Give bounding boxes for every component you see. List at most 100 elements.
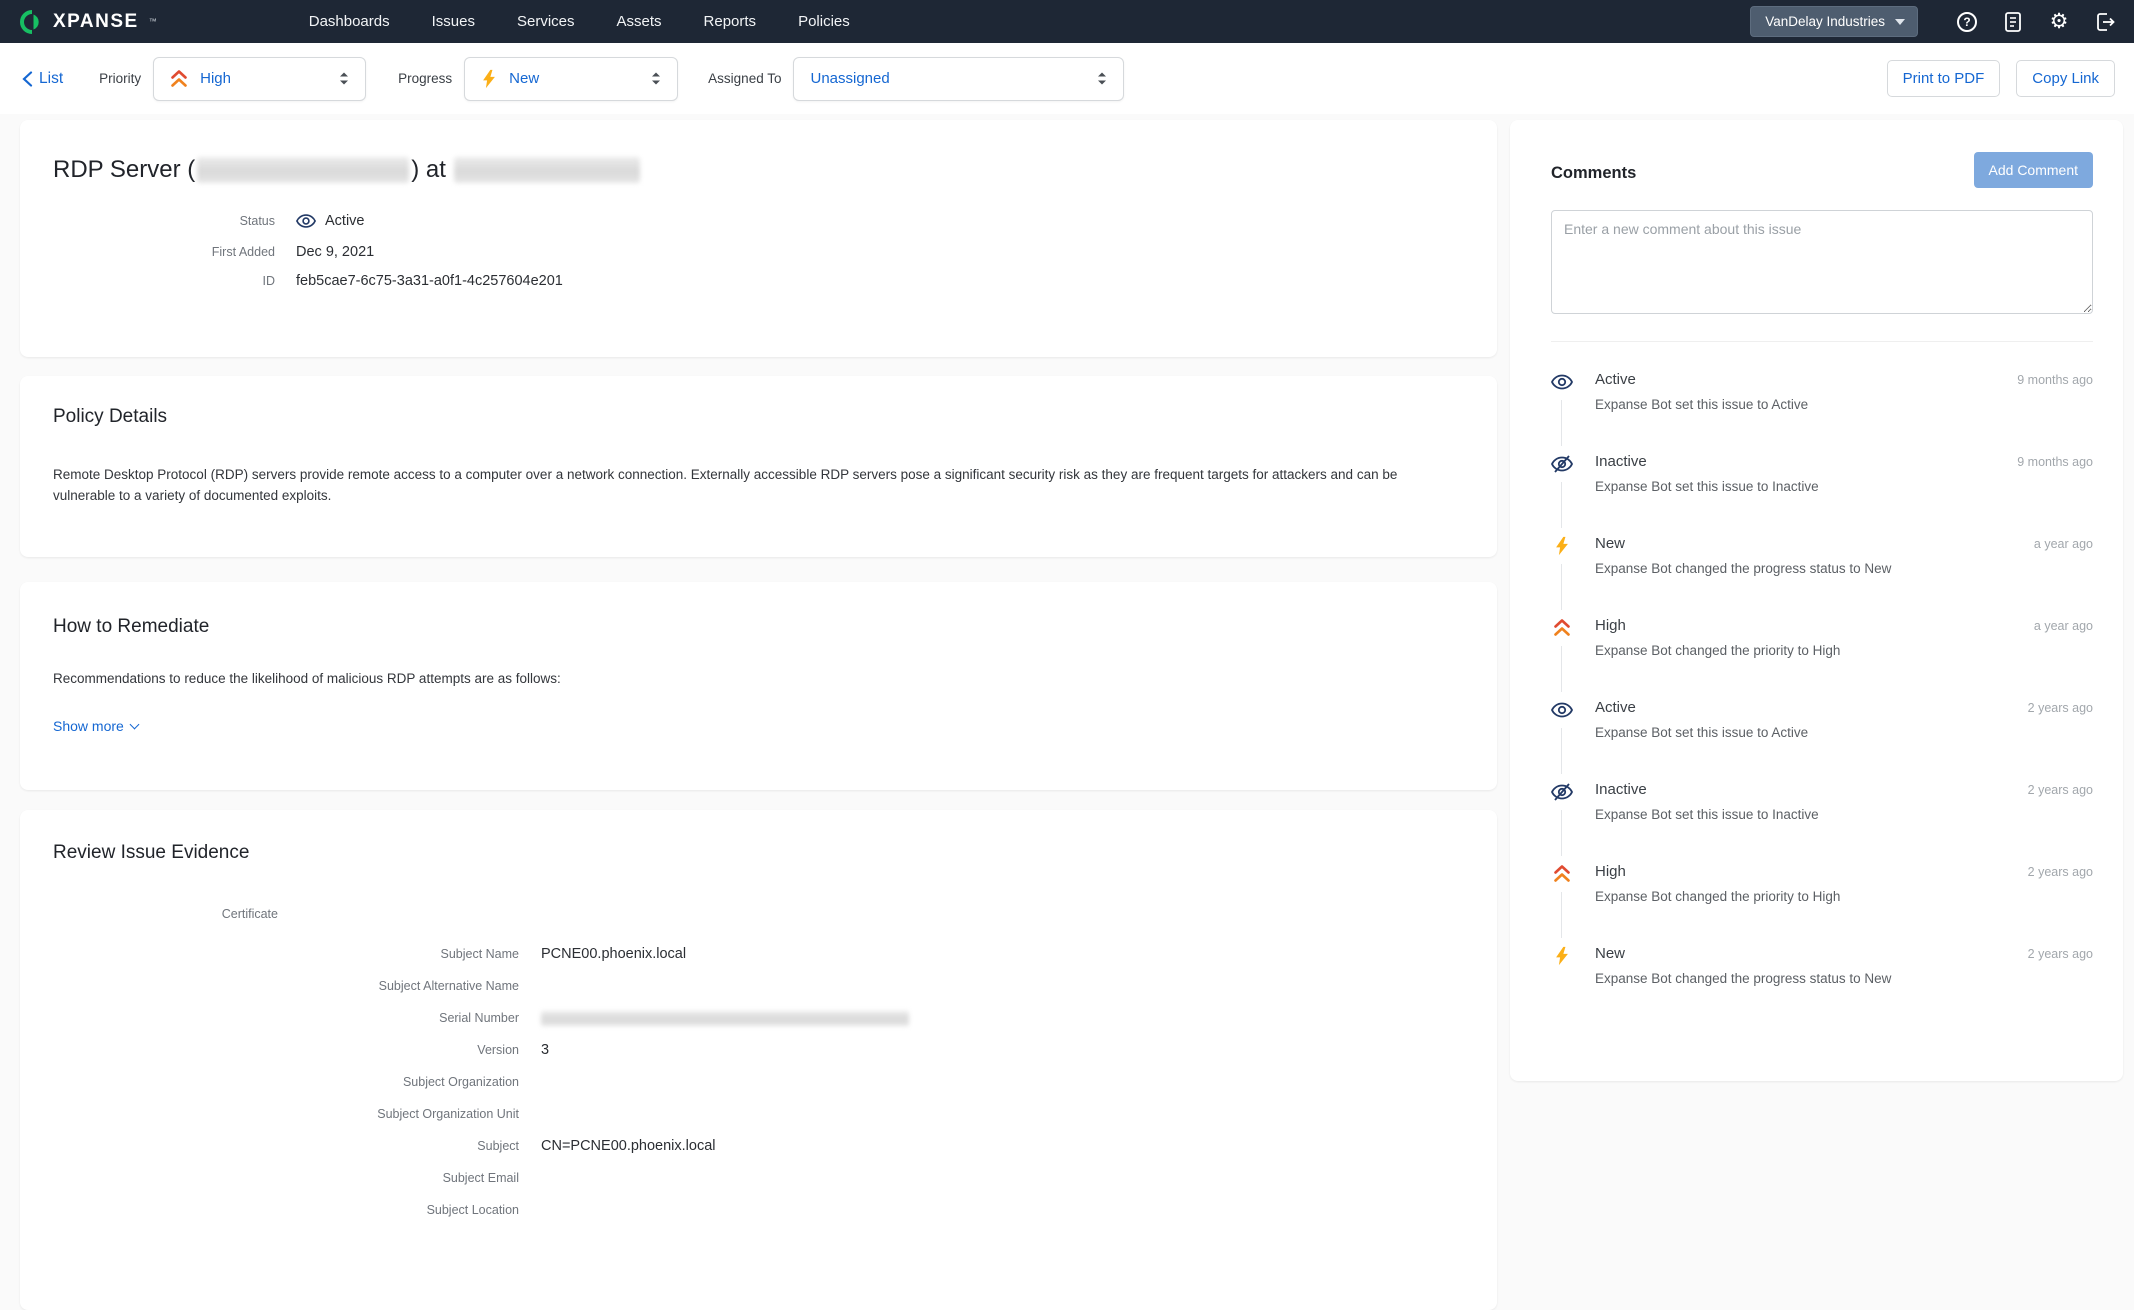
evidence-row: Subject Email [53,1162,1464,1194]
org-name: VanDelay Industries [1765,14,1885,29]
first-added-label: First Added [53,245,275,259]
xpanse-logo[interactable]: XPANSE ™ [20,10,157,34]
priority-label: Priority [99,71,141,86]
how-to-remediate-heading: How to Remediate [53,616,1464,638]
how-to-remediate-card: How to Remediate Recommendations to redu… [20,582,1497,790]
eye-icon [1551,699,1573,721]
redacted-serial-number [541,1011,909,1026]
priority-value: High [200,70,335,87]
timeline-connector [1561,810,1562,856]
priority-high-icon [1551,863,1573,885]
progress-label: Progress [398,71,452,86]
first-added-row: First Added Dec 9, 2021 [53,244,1465,260]
policy-details-heading: Policy Details [53,406,1464,428]
issue-id-label: ID [53,274,275,288]
nav-item-policies[interactable]: Policies [798,13,850,30]
timeline-item: Higha year ago Expanse Bot changed the p… [1551,617,2093,699]
evidence-row: Subject CN=PCNE00.phoenix.local [53,1130,1464,1162]
issue-toolbar: List Priority High Progress New Assigned… [0,43,2134,114]
evidence-row: Subject Organization Unit [53,1098,1464,1130]
timeline-connector [1561,482,1562,528]
how-to-remediate-text: Recommendations to reduce the likelihood… [53,668,1461,689]
spinner-icon [1093,69,1111,88]
lightning-icon [1551,945,1573,967]
page-title: RDP Server () at [53,156,1465,184]
chevron-down-icon [1895,19,1905,25]
divider [1551,341,2093,342]
nav-item-reports[interactable]: Reports [704,13,757,30]
eye-off-icon [1551,453,1573,475]
print-to-pdf-button[interactable]: Print to PDF [1887,60,2001,97]
org-selector-button[interactable]: VanDelay Industries [1750,6,1918,37]
priority-high-icon [168,68,190,90]
evidence-row: Version 3 [53,1034,1464,1066]
xpanse-logo-icon [20,10,44,34]
issue-overview-card: RDP Server () at Status Active First Add… [20,120,1497,357]
redacted-hostname [197,157,409,183]
chevron-down-icon [129,719,139,729]
timeline-item: Active9 months ago Expanse Bot set this … [1551,371,2093,453]
assigned-to-label: Assigned To [708,71,781,86]
settings-icon[interactable]: ⚙ [2048,11,2070,33]
help-icon[interactable]: ? [1956,11,1978,33]
evidence-row: Subject Name PCNE00.phoenix.local [53,938,1464,970]
comment-input[interactable] [1551,210,2093,314]
timeline-item: Inactive9 months ago Expanse Bot set thi… [1551,453,2093,535]
eye-icon [296,211,316,231]
top-nav: XPANSE ™ Dashboards Issues Services Asset… [0,0,2134,43]
timeline-item: New2 years ago Expanse Bot changed the p… [1551,945,2093,1015]
timeline-connector [1561,646,1562,692]
lightning-icon [479,68,499,90]
timeline-item: Active2 years ago Expanse Bot set this i… [1551,699,2093,781]
back-to-list-link[interactable]: List [22,70,63,88]
nav-item-dashboards[interactable]: Dashboards [309,13,390,30]
evidence-row: Serial Number [53,1002,1464,1034]
comments-heading: Comments [1551,164,1636,183]
evidence-row: Subject Organization [53,1066,1464,1098]
nav-item-issues[interactable]: Issues [432,13,475,30]
lightning-icon [1551,535,1573,557]
evidence-row: Subject Location [53,1194,1464,1226]
chevron-left-icon [22,71,33,87]
priority-dropdown[interactable]: High [153,57,366,101]
spinner-icon [647,69,665,88]
show-more-link[interactable]: Show more [53,718,138,734]
comments-panel: Comments Add Comment Active9 months ago … [1510,120,2123,1081]
sign-out-icon[interactable] [2094,11,2116,33]
issue-id-row: ID feb5cae7-6c75-3a31-a0f1-4c257604e201 [53,273,1465,289]
priority-high-icon [1551,617,1573,639]
assigned-to-dropdown[interactable]: Unassigned [793,57,1124,101]
brand-trademark: ™ [149,17,157,26]
nav-item-services[interactable]: Services [517,13,575,30]
certificate-group-label: Certificate [53,907,278,921]
release-notes-icon[interactable] [2002,11,2024,33]
nav-item-assets[interactable]: Assets [617,13,662,30]
nav-menu: Dashboards Issues Services Assets Report… [309,13,850,30]
review-issue-evidence-heading: Review Issue Evidence [53,842,1464,864]
timeline-connector [1561,400,1562,446]
progress-value: New [509,70,647,87]
policy-details-card: Policy Details Remote Desktop Protocol (… [20,376,1497,557]
timeline-connector [1561,892,1562,938]
brand-name: XPANSE [53,11,139,33]
activity-timeline: Active9 months ago Expanse Bot set this … [1551,371,2093,1015]
timeline-connector [1561,728,1562,774]
issue-id-value: feb5cae7-6c75-3a31-a0f1-4c257604e201 [296,273,563,289]
evidence-row: Subject Alternative Name [53,970,1464,1002]
assigned-to-value: Unassigned [810,70,1093,87]
timeline-connector [1561,564,1562,610]
timeline-item: Newa year ago Expanse Bot changed the pr… [1551,535,2093,617]
eye-icon [1551,371,1573,393]
redacted-ip-address [454,157,640,183]
progress-dropdown[interactable]: New [464,57,678,101]
timeline-item: High2 years ago Expanse Bot changed the … [1551,863,2093,945]
review-issue-evidence-card: Review Issue Evidence Certificate Subjec… [20,810,1497,1310]
spinner-icon [335,69,353,88]
copy-link-button[interactable]: Copy Link [2016,60,2115,97]
timeline-item: Inactive2 years ago Expanse Bot set this… [1551,781,2093,863]
status-value: Active [296,211,365,231]
first-added-value: Dec 9, 2021 [296,244,374,260]
status-label: Status [53,214,275,228]
status-row: Status Active [53,211,1465,231]
add-comment-button[interactable]: Add Comment [1974,152,2093,188]
